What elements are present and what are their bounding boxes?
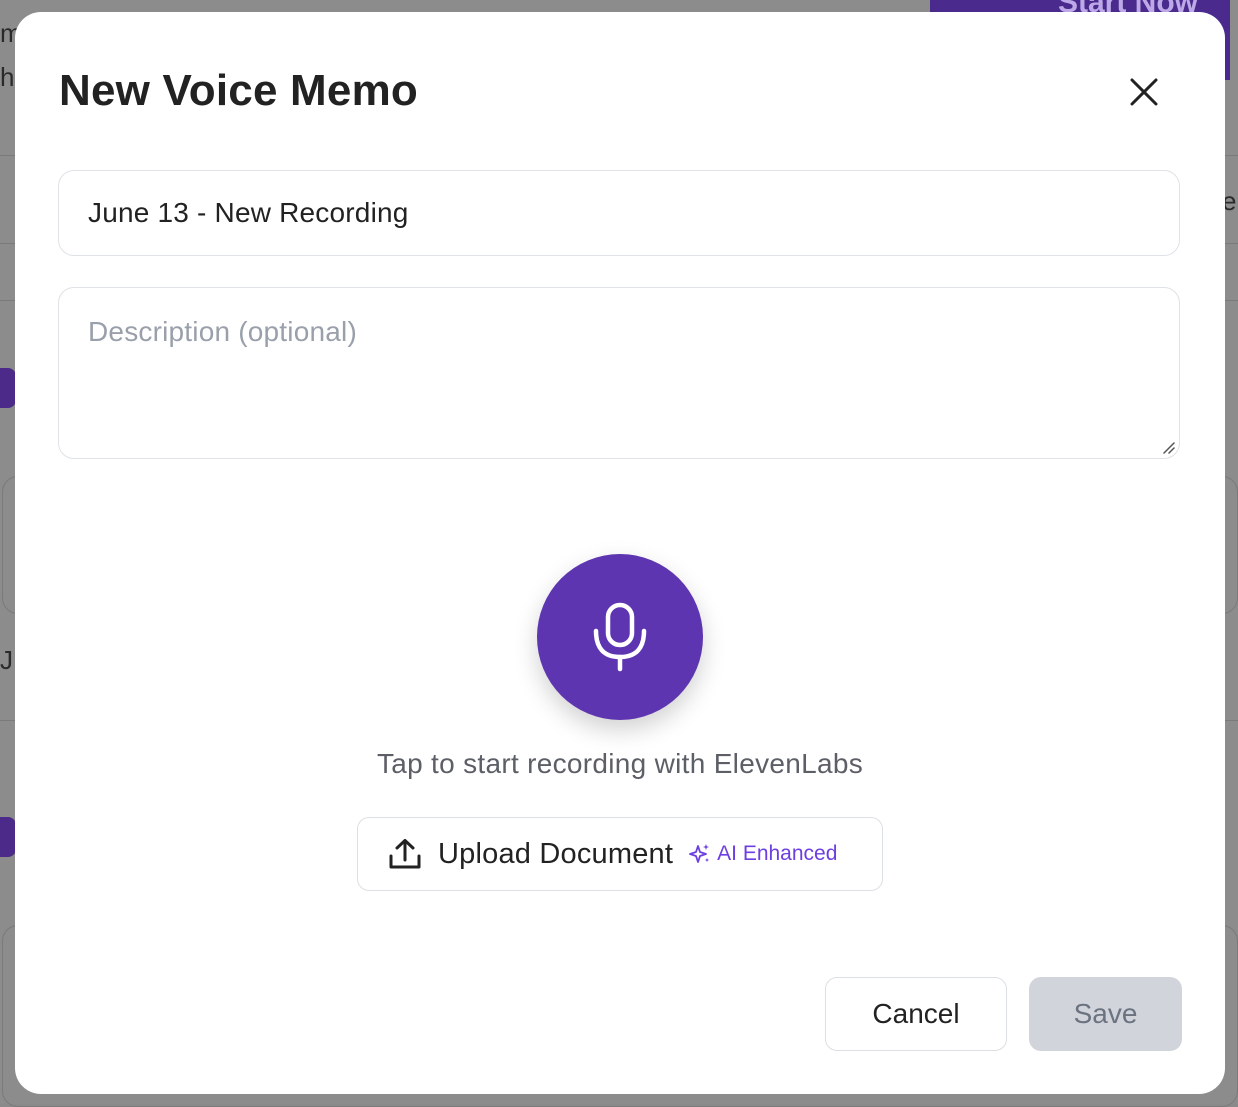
upload-document-button[interactable]: Upload Document AI Enhanced <box>357 817 883 891</box>
close-icon <box>1130 78 1158 106</box>
new-voice-memo-dialog: New Voice Memo June 13 - New Recording D… <box>15 12 1225 1094</box>
record-button[interactable] <box>537 554 703 720</box>
save-button[interactable]: Save <box>1029 977 1182 1051</box>
ai-enhanced-badge: AI Enhanced <box>689 842 837 866</box>
dialog-title: New Voice Memo <box>59 66 418 115</box>
sparkles-icon <box>689 844 710 863</box>
ai-enhanced-label: AI Enhanced <box>717 842 838 865</box>
description-placeholder: Description (optional) <box>88 316 357 347</box>
microphone-icon <box>593 602 647 672</box>
record-hint-text: Tap to start recording with ElevenLabs <box>376 748 864 779</box>
close-button[interactable] <box>1121 69 1167 115</box>
memo-title-input[interactable]: June 13 - New Recording <box>58 170 1180 256</box>
cancel-button[interactable]: Cancel <box>825 977 1007 1051</box>
background-accent-pill <box>0 368 16 408</box>
description-textarea[interactable]: Description (optional) <box>58 287 1180 459</box>
background-text-fragment: h <box>0 62 15 92</box>
upload-icon <box>389 839 421 869</box>
memo-title-value: June 13 - New Recording <box>88 197 409 228</box>
background-accent-pill <box>0 817 16 857</box>
background-text-fragment: J <box>0 645 13 675</box>
resize-handle-icon[interactable] <box>1161 440 1175 454</box>
upload-document-label: Upload Document <box>438 837 674 870</box>
